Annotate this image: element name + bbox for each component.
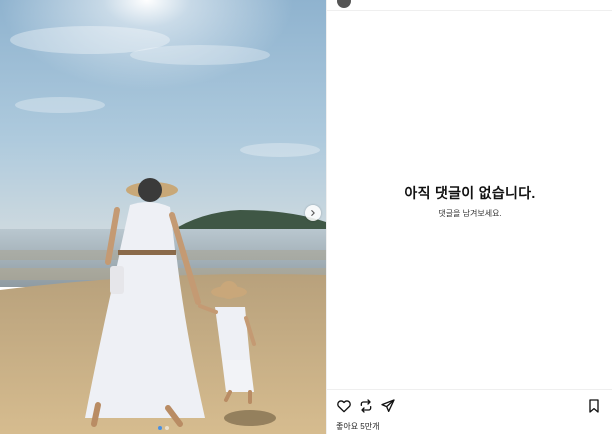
bookmark-icon xyxy=(589,399,599,413)
carousel-dot xyxy=(157,426,162,430)
carousel-dot xyxy=(164,426,169,430)
share-button[interactable] xyxy=(380,398,396,414)
send-icon xyxy=(381,399,395,412)
empty-comments: 아직 댓글이 없습니다. 댓글을 남겨보세요. xyxy=(327,183,612,219)
like-button[interactable] xyxy=(336,398,352,414)
empty-comments-title: 아직 댓글이 없습니다. xyxy=(404,185,536,201)
post-photo[interactable] xyxy=(0,0,326,434)
carousel-indicator xyxy=(0,426,326,430)
like-count[interactable]: 좋아요 5만개 xyxy=(336,421,379,432)
empty-comments-subtitle: 댓글을 남겨보세요. xyxy=(438,209,502,218)
next-slide-button[interactable] xyxy=(305,205,321,221)
post-viewer: 아직 댓글이 없습니다. 댓글을 남겨보세요. 좋아요 5만개 xyxy=(0,0,612,434)
heart-icon xyxy=(337,400,351,413)
chevron-right-icon xyxy=(311,210,315,216)
avatar[interactable] xyxy=(337,0,351,8)
beach-photo-image xyxy=(0,0,326,434)
post-header xyxy=(327,0,612,11)
comments-panel: 아직 댓글이 없습니다. 댓글을 남겨보세요. 좋아요 5만개 xyxy=(326,0,612,434)
repost-icon xyxy=(360,399,372,413)
save-button[interactable] xyxy=(586,398,602,414)
post-actions-bar: 좋아요 5만개 xyxy=(327,389,612,434)
repost-button[interactable] xyxy=(358,398,374,414)
